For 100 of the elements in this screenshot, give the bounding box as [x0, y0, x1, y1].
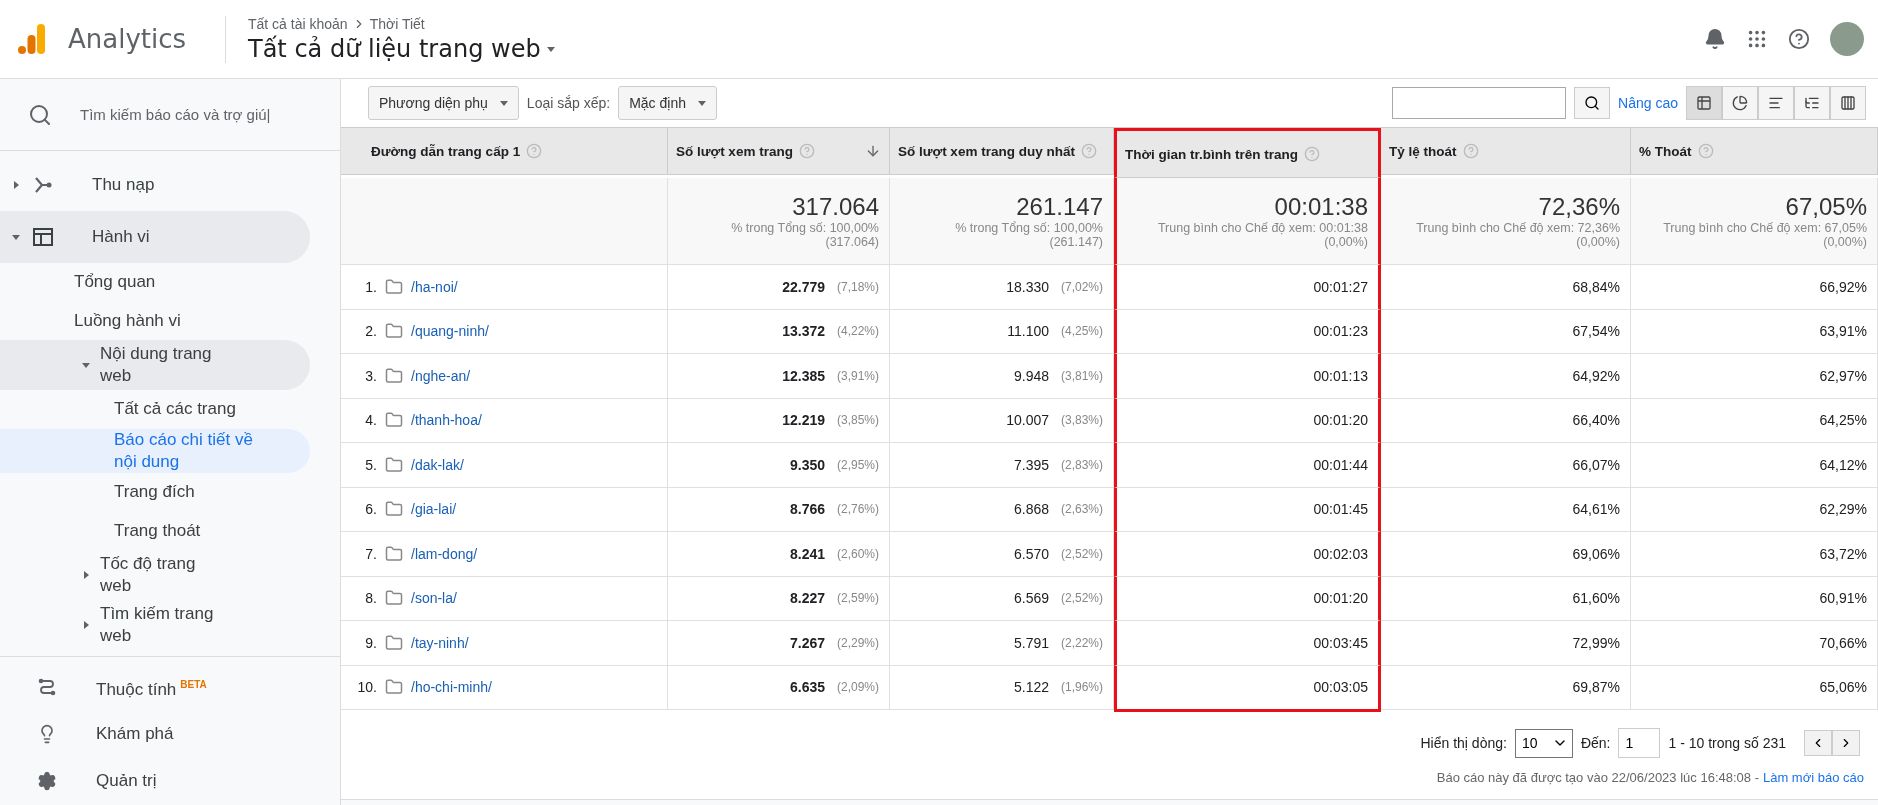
expanded-caret-icon — [82, 361, 90, 370]
folder-icon[interactable] — [385, 678, 403, 697]
folder-icon[interactable] — [385, 366, 403, 385]
total-value: 00:01:38 — [1274, 193, 1368, 221]
unique-pageviews-value: 10.007 — [1006, 412, 1049, 429]
nav-subitem[interactable]: Tìm kiếm trang web — [0, 600, 310, 651]
total-caption: (261.147) — [1049, 235, 1103, 249]
row-number: 3. — [364, 367, 377, 384]
page-path-link[interactable]: /lam-dong/ — [411, 545, 478, 562]
page-path-link[interactable]: /gia-lai/ — [411, 501, 457, 518]
nav-item[interactable]: Thu nạp — [0, 159, 310, 212]
total-caption: Trung bình cho Chế độ xem: 00:01:38 — [1157, 221, 1368, 235]
column-header[interactable]: Số lượt xem trang duy nhất — [890, 128, 1114, 175]
previous-page-button[interactable] — [1804, 730, 1832, 756]
total-caption: Trung bình cho Chế độ xem: 72,36% — [1416, 221, 1620, 235]
refresh-report-link[interactable]: Làm mới báo cáo — [1762, 770, 1864, 785]
search-button[interactable] — [1574, 87, 1611, 119]
rows-per-page-select[interactable]: 10 — [1514, 728, 1573, 758]
page-path-link[interactable]: /ha-noi/ — [411, 278, 458, 295]
sort-type-label: Loại sắp xếp: — [526, 95, 611, 111]
nav-subitem[interactable]: Nội dung trang web — [0, 340, 310, 391]
pageviews-percent: (2,29%) — [835, 635, 879, 650]
pageviews-value: 8.766 — [789, 501, 825, 518]
pie-view-button[interactable] — [1722, 86, 1758, 120]
table-view-button[interactable] — [1686, 86, 1722, 120]
exit-rate-value: 64,12% — [1819, 456, 1867, 473]
bounce-rate-value: 64,92% — [1572, 367, 1620, 384]
page-path-link[interactable]: /son-la/ — [411, 590, 457, 607]
table-search-field[interactable] — [1392, 87, 1567, 119]
breadcrumb-link[interactable]: Tất cả tài khoản — [248, 15, 348, 32]
total-caption: % trong Tổng số: 100,00% — [955, 221, 1103, 235]
view-selector[interactable]: Tất cả dữ liệu trang web — [248, 34, 555, 63]
nav-subitem[interactable]: Báo cáo chi tiết về nội dung — [0, 428, 310, 474]
pie-chart-icon — [1732, 95, 1748, 111]
goto-field[interactable]: 1 — [1618, 728, 1661, 758]
nav-subitem[interactable]: Tốc độ trang web — [0, 550, 310, 601]
pageviews-value: 6.635 — [789, 679, 825, 696]
nav-item[interactable]: Khám phá — [0, 710, 310, 758]
advanced-link[interactable]: Nâng cao — [1618, 95, 1678, 111]
apps-grid-icon[interactable] — [1746, 28, 1768, 50]
breadcrumb-link[interactable]: Thời Tiết — [369, 15, 425, 32]
folder-icon[interactable] — [385, 589, 403, 608]
column-header[interactable]: Tỷ lệ thoát — [1381, 128, 1631, 175]
nav-subitem[interactable]: Tổng quan — [0, 263, 310, 302]
sort-type-dropdown[interactable]: Mặc định — [618, 86, 717, 120]
avg-time-value: 00:01:44 — [1313, 456, 1368, 473]
nav-item[interactable]: Thuộc tính $^{BETA}$ — [0, 663, 310, 711]
column-header[interactable]: Đường dẫn trang cấp 1 — [341, 128, 668, 175]
folder-icon[interactable] — [385, 633, 403, 652]
avg-time-value: 00:01:13 — [1313, 367, 1368, 384]
exit-rate-value: 64,25% — [1819, 412, 1867, 429]
secondary-dimension-dropdown[interactable]: Phương diện phụ — [368, 86, 519, 120]
bar-chart-logo-icon — [18, 24, 46, 54]
unique-pageviews-value: 18.330 — [1006, 278, 1049, 295]
help-icon[interactable] — [1788, 28, 1810, 50]
folder-icon[interactable] — [385, 544, 403, 563]
nav-subitem[interactable]: Trang thoát — [0, 511, 310, 551]
avg-time-value: 00:01:20 — [1313, 590, 1368, 607]
pageviews-percent: (7,18%) — [835, 279, 879, 294]
nav-item[interactable]: Hành vi — [0, 211, 310, 264]
exit-rate-value: 62,97% — [1819, 367, 1867, 384]
page-path-link[interactable]: /thanh-hoa/ — [411, 412, 482, 429]
pivot-view-button[interactable] — [1830, 86, 1866, 120]
comparison-view-button[interactable] — [1794, 86, 1830, 120]
column-header[interactable]: % Thoát — [1631, 128, 1878, 175]
pageviews-value: 7.267 — [789, 634, 825, 651]
avg-time-value: 00:01:27 — [1313, 278, 1368, 295]
nav-item[interactable]: Quản trị — [0, 757, 310, 805]
unique-pageviews-percent: (2,63%) — [1059, 502, 1103, 517]
unique-pageviews-value: 6.570 — [1013, 545, 1049, 562]
unique-pageviews-percent: (2,22%) — [1059, 635, 1103, 650]
page-path-link[interactable]: /nghe-an/ — [411, 367, 471, 384]
notifications-icon[interactable] — [1704, 28, 1726, 50]
avatar[interactable] — [1830, 22, 1864, 56]
next-page-button[interactable] — [1832, 730, 1860, 756]
table-icon — [1696, 95, 1712, 111]
folder-icon[interactable] — [385, 322, 403, 341]
nav-subitem[interactable]: Tất cả các trang — [0, 390, 310, 429]
nav-subitem[interactable]: Trang đích — [0, 473, 310, 512]
sort-arrow-icon — [865, 143, 881, 159]
unique-pageviews-percent: (7,02%) — [1059, 279, 1103, 294]
folder-icon[interactable] — [385, 277, 403, 296]
page-path-link[interactable]: /ho-chi-minh/ — [411, 679, 492, 696]
page-path-link[interactable]: /tay-ninh/ — [411, 634, 469, 651]
performance-view-button[interactable] — [1758, 86, 1794, 120]
dropdown-caret-icon — [499, 99, 508, 107]
folder-icon[interactable] — [385, 411, 403, 430]
unique-pageviews-value: 9.948 — [1013, 367, 1049, 384]
folder-icon[interactable] — [385, 500, 403, 519]
unique-pageviews-value: 6.569 — [1013, 590, 1049, 607]
nav-subitem[interactable]: Luồng hành vi — [0, 301, 310, 341]
page-path-link[interactable]: /dak-lak/ — [411, 456, 464, 473]
search-field[interactable]: Tìm kiếm báo cáo và trợ giú| — [78, 105, 297, 125]
expanded-caret-icon — [12, 233, 20, 242]
unique-pageviews-percent: (1,96%) — [1059, 680, 1103, 695]
column-header[interactable]: Số lượt xem trang — [668, 128, 890, 175]
page-path-link[interactable]: /quang-ninh/ — [411, 323, 489, 340]
product-name: Analytics — [68, 24, 187, 54]
column-header[interactable]: Thời gian tr.bình trên trang — [1114, 128, 1381, 178]
folder-icon[interactable] — [385, 455, 403, 474]
